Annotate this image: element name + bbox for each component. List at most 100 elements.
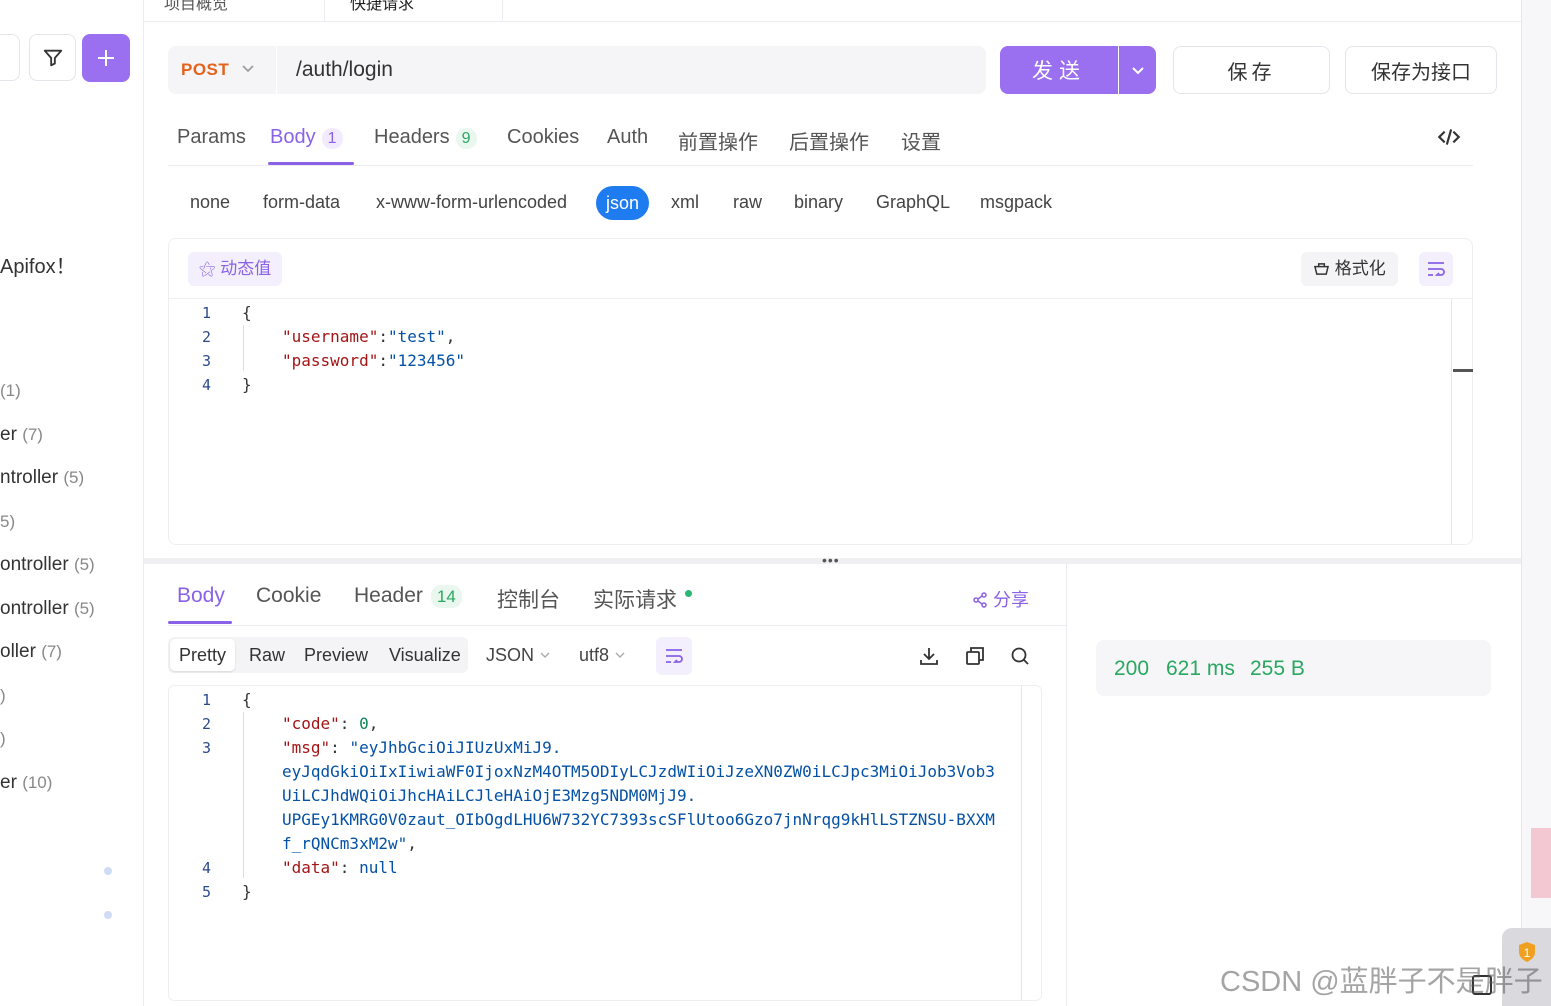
json-value: "eyJhbGciOiJIUzUxMiJ9. [349,738,562,757]
body-type-json[interactable]: json [596,186,650,220]
response-size: 255 B [1250,657,1305,680]
code-line: "username":"test", [282,327,456,346]
body-type-none[interactable]: none [190,192,230,213]
sidebar-item[interactable]: ontroller (5) [0,554,95,576]
encoding-select[interactable]: utf8 [579,645,626,666]
save-button[interactable]: 保存 [1173,46,1330,94]
body-type-graphql[interactable]: GraphQL [876,192,950,213]
tab-actual-request[interactable]: 实际请求 [593,584,692,614]
format-select[interactable]: JSON [486,645,551,666]
dynamic-value-button[interactable]: ⚝ 动态值 [188,252,283,286]
sidebar-item[interactable]: ontroller (5) [0,598,95,620]
drag-handle-icon[interactable]: ••• [822,552,840,568]
body-type-urlencoded[interactable]: x-www-form-urlencoded [376,192,567,213]
add-button[interactable] [82,34,130,82]
send-button[interactable]: 发送 [1000,46,1118,94]
code-icon[interactable] [1436,124,1462,150]
body-type-msgpack[interactable]: msgpack [980,192,1052,213]
sidebar-item[interactable]: oller (7) [0,641,62,663]
sidebar-search-input[interactable] [0,34,20,81]
format-button[interactable]: 格式化 [1301,252,1398,286]
json-value: "test" [387,327,446,346]
tab-response-cookie[interactable]: Cookie [256,584,321,608]
view-visualize[interactable]: Visualize [389,645,461,666]
sidebar-item[interactable]: er (10) [0,772,52,794]
watermark: CSDN @蓝胖子不是胖子 [1220,966,1543,998]
count-badge: 9 [455,128,477,149]
view-pretty[interactable]: Pretty [170,639,236,671]
sidebar-item[interactable]: ) [0,685,6,707]
method-select[interactable]: POST [181,60,229,80]
button-label: 动态值 [220,259,272,278]
tab-label: Auth [607,126,649,148]
body-type-raw[interactable]: raw [733,192,762,213]
magic-wand-icon: ⚝ [199,259,216,278]
tab-quick-request[interactable]: 快捷请求 [350,0,414,20]
sidebar-item-count: (5) [73,555,95,574]
code-brace: } [242,882,252,901]
sidebar-item[interactable]: ) [0,728,6,750]
tab-project-overview[interactable]: 项目概览 [164,0,228,20]
line-number: 2 [201,328,211,346]
line-number: 1 [201,304,211,322]
response-body-viewer[interactable]: 1 2 3 4 5 { "code": 0, "msg": "eyJhbGciO… [168,685,1042,1001]
json-key: "msg" [282,738,331,757]
sidebar-item[interactable]: ntroller (5) [0,467,84,489]
active-tab-indicator [268,162,354,165]
filter-icon [43,49,62,66]
json-key: "code" [282,714,340,733]
code-line-wrap: UPGEy1KMRG0V0zaut_OIbOgdLHU6W732YC7393sc… [282,810,995,829]
filter-button[interactable] [29,34,76,81]
sidebar-item[interactable]: er (7) [0,424,43,446]
view-raw[interactable]: Raw [249,645,285,666]
tab-label: 项目概览 [164,0,229,13]
word-wrap-button[interactable] [1419,252,1453,286]
line-number: 2 [201,715,211,733]
indent-guide [243,325,244,371]
tab-auth[interactable]: Auth [607,126,648,149]
sidebar-item[interactable]: (1) [0,380,21,402]
active-tab-indicator [168,621,232,624]
side-panel-tab[interactable] [1531,828,1551,898]
tab-label: Cookies [507,126,580,148]
sidebar-item-count: (7) [22,425,43,444]
url-input[interactable]: /auth/login [296,58,393,82]
code-brace: } [242,375,252,394]
word-wrap-button[interactable] [656,637,692,675]
editor-scrollbar[interactable] [1451,299,1452,544]
line-number: 3 [201,352,211,370]
broom-icon [1313,263,1330,275]
download-icon[interactable] [918,645,940,667]
body-type-form-data[interactable]: form-data [263,192,340,213]
tab-label: 快捷请求 [350,0,415,13]
search-icon[interactable] [1009,645,1031,667]
body-type-xml[interactable]: xml [671,192,699,213]
sidebar-item-label: er [0,424,17,445]
view-preview[interactable]: Preview [304,645,368,666]
json-value: 0 [359,714,369,733]
sidebar: Apifox！ (1) er (7) ntroller (5) 5) ontro… [0,0,144,1006]
copy-icon[interactable] [964,645,986,667]
tab-params[interactable]: Params [177,126,246,149]
tab-headers[interactable]: Headers 9 [374,126,477,149]
response-scrollbar[interactable] [1021,686,1022,1000]
tab-response-header[interactable]: Header 14 [354,584,462,608]
tab-settings[interactable]: 设置 [901,126,941,155]
tab-post-operations[interactable]: 后置操作 [789,126,869,155]
status-dot [685,590,692,597]
tab-pre-operations[interactable]: 前置操作 [678,126,758,155]
sidebar-item[interactable]: 5) [0,511,15,533]
share-button[interactable]: 分享 [972,586,1029,612]
tab-cookies[interactable]: Cookies [507,126,579,149]
request-body-editor[interactable]: ⚝ 动态值 格式化 1 2 3 4 { "username":"test", "… [168,238,1473,545]
save-as-api-button[interactable]: 保存为接口 [1345,46,1497,94]
code-line: "msg": "eyJhbGciOiJIUzUxMiJ9. [282,738,562,757]
tab-label: Headers [374,126,450,148]
tab-body[interactable]: Body 1 [270,126,343,149]
tab-response-body[interactable]: Body [177,584,225,608]
line-number: 1 [201,691,211,709]
send-dropdown-button[interactable] [1119,46,1156,94]
chevron-down-icon[interactable] [240,60,256,76]
body-type-binary[interactable]: binary [794,192,843,213]
tab-console[interactable]: 控制台 [497,584,560,614]
